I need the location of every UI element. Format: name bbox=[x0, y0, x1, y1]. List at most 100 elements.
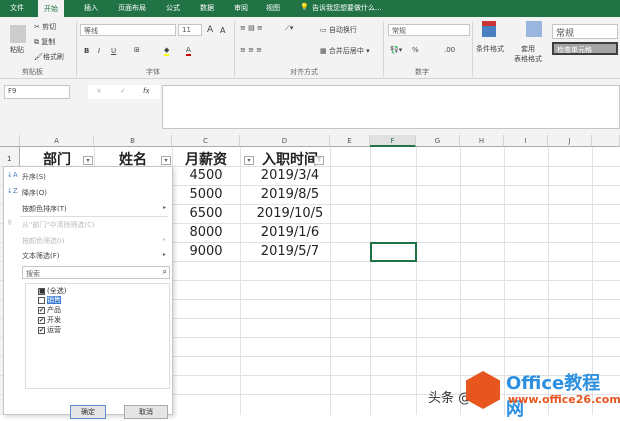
grow-font-button[interactable]: A bbox=[207, 25, 213, 35]
salary-cell[interactable]: 6500 bbox=[172, 206, 240, 221]
align-top-icon[interactable]: ≡ ▤ ≡ bbox=[240, 24, 263, 32]
border-button[interactable]: ⊞ bbox=[134, 46, 140, 54]
cut-button[interactable]: ✂ 剪切 bbox=[34, 22, 56, 32]
sort-asc-icon: ↓A bbox=[7, 171, 18, 179]
font-color-button[interactable]: A bbox=[186, 46, 191, 56]
column-header-d[interactable]: D bbox=[240, 135, 330, 147]
date-cell[interactable]: 2019/1/6 bbox=[240, 225, 340, 240]
paste-button[interactable]: 粘贴 bbox=[10, 45, 24, 55]
font-name-select[interactable]: 等线 bbox=[80, 24, 176, 36]
checkbox[interactable]: ✔ bbox=[38, 326, 45, 334]
checkbox[interactable]: ✔ bbox=[38, 316, 45, 324]
paste-icon[interactable] bbox=[10, 25, 26, 43]
ok-button[interactable]: 确定 bbox=[70, 405, 106, 419]
watermark-url: www.office26.com bbox=[508, 393, 620, 406]
underline-button[interactable]: U bbox=[111, 47, 116, 55]
column-header-a[interactable]: A bbox=[20, 135, 94, 147]
salary-cell[interactable]: 9000 bbox=[172, 244, 240, 259]
format-as-table-button[interactable]: 套用 表格格式 bbox=[514, 44, 542, 64]
filter-item[interactable]: ✔ 开发 bbox=[38, 315, 61, 325]
formula-bar: F9 × ✓ fx bbox=[0, 79, 620, 135]
copy-button[interactable]: ⧉ 复制 bbox=[34, 37, 55, 47]
header-salary: 月薪资 bbox=[185, 152, 227, 168]
fill-color-button[interactable]: ◆ bbox=[164, 46, 170, 56]
merge-center-button[interactable]: ▦ 合并后居中 ▾ bbox=[320, 46, 370, 56]
date-cell[interactable]: 2019/10/5 bbox=[240, 206, 340, 221]
filter-active-icon[interactable]: ⊤ bbox=[314, 156, 324, 165]
style-normal[interactable]: 常规 bbox=[552, 24, 618, 39]
tab-home[interactable]: 开始 bbox=[38, 0, 64, 17]
shrink-font-button[interactable]: A bbox=[220, 26, 225, 35]
name-box[interactable]: F9 bbox=[4, 85, 70, 99]
checkbox[interactable]: ■ bbox=[38, 287, 45, 295]
insert-function-icon[interactable]: fx bbox=[143, 87, 150, 95]
align-left-icon[interactable]: ≡ ≡ ≡ bbox=[240, 46, 262, 54]
filter-item[interactable]: 销售 bbox=[38, 295, 61, 305]
tab-formulas[interactable]: 公式 bbox=[166, 3, 180, 13]
salary-cell[interactable]: 4500 bbox=[172, 168, 240, 183]
clear-filter-icon: ⊽ bbox=[7, 219, 13, 227]
sort-ascending-item[interactable]: 升序(S) bbox=[22, 172, 46, 182]
salary-cell[interactable]: 5000 bbox=[172, 187, 240, 202]
cancel-icon[interactable]: × bbox=[96, 87, 102, 95]
orientation-icon[interactable]: ⟋▾ bbox=[285, 24, 293, 33]
date-cell[interactable]: 2019/3/4 bbox=[240, 168, 340, 183]
checkbox[interactable]: ✔ bbox=[38, 306, 45, 314]
italic-button[interactable]: I bbox=[98, 47, 100, 55]
select-all-button[interactable] bbox=[0, 135, 20, 147]
column-header-f[interactable]: F bbox=[370, 135, 416, 147]
decimal-icon[interactable]: .00 bbox=[444, 46, 455, 54]
sort-by-color-item[interactable]: 按颜色排序(T) bbox=[22, 204, 67, 214]
selected-cell-f9[interactable] bbox=[370, 242, 417, 262]
checkbox[interactable] bbox=[38, 296, 45, 304]
tab-page-layout[interactable]: 页面布局 bbox=[118, 3, 146, 13]
cancel-button[interactable]: 取消 bbox=[124, 405, 168, 419]
column-header-h[interactable]: H bbox=[460, 135, 504, 147]
tab-review[interactable]: 审阅 bbox=[234, 3, 248, 13]
salary-cell[interactable]: 8000 bbox=[172, 225, 240, 240]
column-header-g[interactable]: G bbox=[416, 135, 460, 147]
column-header-c[interactable]: C bbox=[172, 135, 240, 147]
text-filter-item[interactable]: 文本筛选(F) bbox=[22, 251, 60, 261]
column-header-i[interactable]: I bbox=[504, 135, 548, 147]
tab-view[interactable]: 视图 bbox=[266, 3, 280, 13]
formula-input[interactable] bbox=[162, 85, 620, 129]
column-header-b[interactable]: B bbox=[94, 135, 172, 147]
tab-data[interactable]: 数据 bbox=[200, 3, 214, 13]
tab-file[interactable]: 文件 bbox=[10, 3, 24, 13]
item-label: 开发 bbox=[47, 316, 61, 324]
filter-button-salary[interactable]: ▾ bbox=[244, 156, 254, 165]
clear-filter-item[interactable]: 从"部门"中清除筛选(C) bbox=[22, 220, 95, 230]
filter-item[interactable]: ✔ 运营 bbox=[38, 325, 61, 335]
sort-descending-item[interactable]: 降序(O) bbox=[22, 188, 47, 198]
tab-insert[interactable]: 插入 bbox=[84, 3, 98, 13]
item-label: (全选) bbox=[47, 287, 67, 295]
filter-button-department[interactable]: ▾ bbox=[83, 156, 93, 165]
filter-dropdown: ↓A 升序(S) ↓Z 降序(O) 按颜色排序(T) ▸ ⊽ 从"部门"中清除筛… bbox=[3, 166, 173, 419]
style-check-cell[interactable]: 检查单元格 bbox=[552, 42, 618, 55]
submenu-arrow-icon: ▸ bbox=[162, 251, 166, 258]
filter-item[interactable]: ✔ 产品 bbox=[38, 305, 61, 315]
search-icon: ⌕ bbox=[162, 267, 167, 276]
column-header-e[interactable]: E bbox=[330, 135, 370, 147]
bold-button[interactable]: B bbox=[84, 47, 89, 55]
ribbon-tabs: 文件 开始 插入 页面布局 公式 数据 审阅 视图 💡 告诉我您想要做什么... bbox=[0, 0, 620, 17]
currency-icon[interactable]: 💱▾ bbox=[390, 46, 402, 54]
format-painter-button[interactable]: 🖌格式刷 bbox=[34, 52, 64, 62]
column-header-j[interactable]: J bbox=[548, 135, 592, 147]
date-cell[interactable]: 2019/5/7 bbox=[240, 244, 340, 259]
number-format-select[interactable]: 常规 bbox=[388, 24, 470, 36]
watermark-logo: 头条 @ Office教程网 www.office26.com bbox=[428, 365, 620, 420]
font-size-select[interactable]: 11 bbox=[178, 24, 202, 36]
enter-icon[interactable]: ✓ bbox=[120, 87, 126, 95]
filter-button-name[interactable]: ▾ bbox=[161, 156, 171, 165]
filter-by-color-item[interactable]: 按颜色筛选(I) bbox=[22, 236, 65, 246]
ribbon: 粘贴 ✂ 剪切 ⧉ 复制 🖌格式刷 剪贴板 等线 11 A A B I U ⊞ … bbox=[0, 17, 620, 79]
conditional-format-button[interactable]: 条件格式 bbox=[476, 44, 504, 54]
filter-search-input[interactable]: 搜索 ⌕ bbox=[22, 266, 170, 279]
date-cell[interactable]: 2019/8/5 bbox=[240, 187, 340, 202]
wrap-text-button[interactable]: ▭ 自动换行 bbox=[320, 25, 357, 35]
tell-me-input[interactable]: 告诉我您想要做什么... bbox=[312, 3, 382, 13]
percent-button[interactable]: % bbox=[412, 46, 419, 54]
row-header-1[interactable]: 1 bbox=[7, 155, 11, 163]
